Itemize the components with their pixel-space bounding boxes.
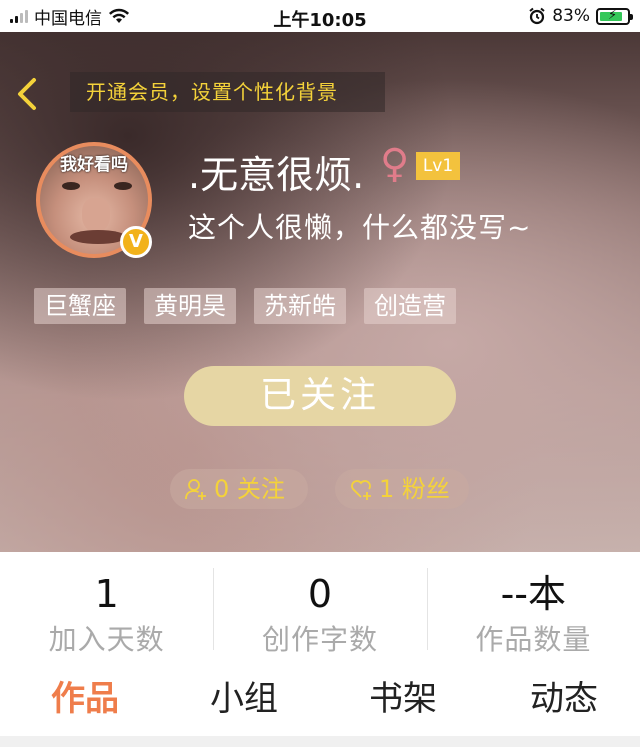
status-right: 83% ⚡ (528, 0, 633, 32)
tab-groups[interactable]: 小组 (170, 662, 318, 736)
stat-word-count: 0 创作字数 (213, 552, 426, 662)
heart-add-icon (351, 480, 371, 500)
user-add-icon (185, 479, 206, 500)
tag-item[interactable]: 创造营 (364, 288, 456, 324)
stat-label: 创作字数 (261, 623, 378, 656)
tag-item[interactable]: 苏新皓 (254, 288, 346, 324)
fans-count: 1 粉丝 (379, 475, 450, 503)
stat-label: 加入天数 (48, 623, 165, 656)
female-gender-icon: ♀ (380, 141, 410, 187)
stats-row: 1 加入天数 0 创作字数 --本 作品数量 (0, 552, 640, 662)
stat-value: 0 (307, 572, 333, 616)
battery-percent: 83% (552, 6, 590, 26)
stat-works-count: --本 作品数量 (426, 552, 640, 662)
stat-join-days: 1 加入天数 (0, 552, 213, 662)
battery-charging-icon: ⚡ (596, 7, 633, 25)
tab-works[interactable]: 作品 (0, 662, 170, 736)
tag-item[interactable]: 巨蟹座 (34, 288, 126, 324)
followed-button[interactable]: 已关注 (184, 366, 456, 426)
level-badge: Lv1 (416, 152, 460, 180)
profile-tabs: 作品 小组 书架 动态 (0, 662, 640, 736)
status-bar: 中国电信 上午10:05 83% ⚡ (0, 0, 640, 32)
avatar-caption: 我好看吗 (60, 155, 128, 175)
back-button[interactable] (12, 74, 48, 114)
bottom-divider (0, 736, 640, 747)
username: .无意很烦. (188, 153, 365, 197)
following-count: 0 关注 (214, 475, 285, 503)
profile-header: 开通会员，设置个性化背景 我好看吗 V .无意很烦. ♀ Lv1 这个人很懒，什… (0, 32, 640, 552)
tag-list: 巨蟹座 黄明昊 苏新皓 创造营 (34, 288, 456, 324)
alarm-icon (529, 7, 545, 25)
stat-value: 1 (94, 572, 119, 616)
bio-text: 这个人很懒，什么都没写~ (188, 211, 532, 244)
fans-button[interactable]: 1 粉丝 (335, 469, 469, 509)
tab-activity[interactable]: 动态 (488, 662, 640, 736)
verified-badge-icon: V (120, 226, 152, 258)
stat-value: --本 (500, 572, 567, 616)
following-button[interactable]: 0 关注 (170, 469, 308, 509)
stat-label: 作品数量 (475, 623, 592, 656)
chevron-left-icon (18, 78, 36, 110)
tab-bookshelf[interactable]: 书架 (318, 662, 488, 736)
vip-banner[interactable]: 开通会员，设置个性化背景 (70, 72, 385, 112)
tag-item[interactable]: 黄明昊 (144, 288, 236, 324)
